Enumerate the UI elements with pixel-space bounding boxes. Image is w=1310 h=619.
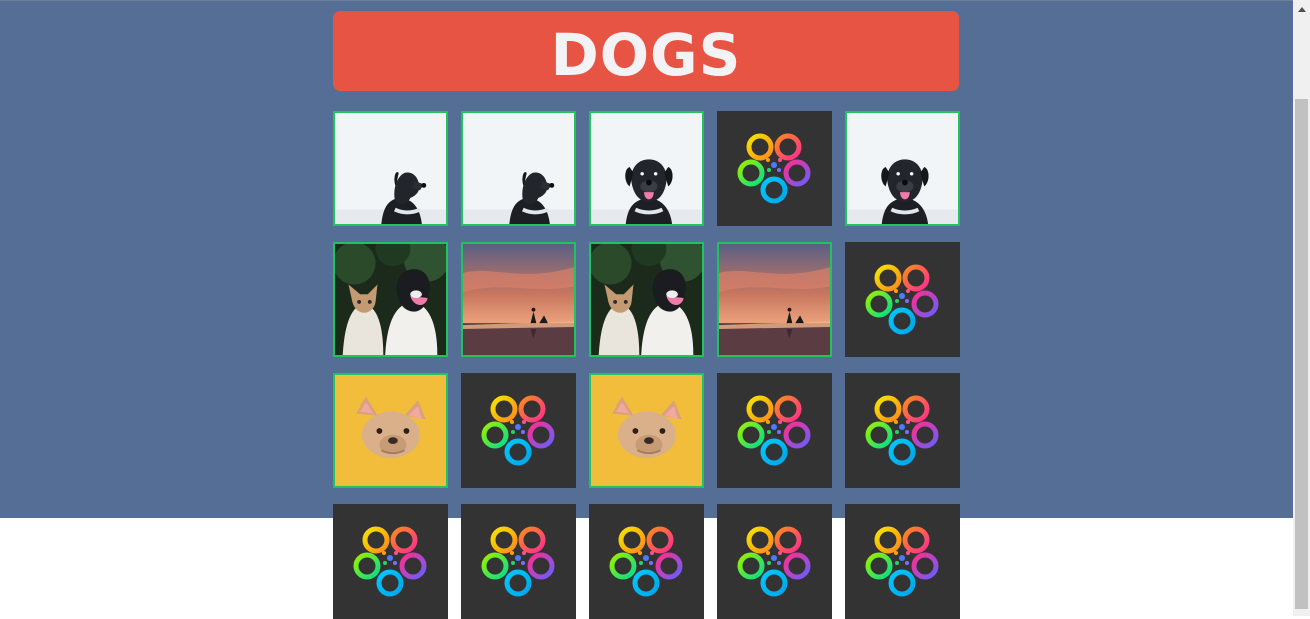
french-bulldog-yellow-image [591, 375, 702, 486]
cat-and-dog-image [335, 244, 446, 355]
memory-card-back[interactable] [333, 504, 448, 619]
title-banner: DOGS [333, 11, 959, 91]
memory-card-french-bulldog-yellow[interactable] [589, 373, 704, 488]
memory-card-dog-tongue-out[interactable] [845, 111, 960, 226]
memory-card-dog-looking-right[interactable] [333, 111, 448, 226]
memory-card-back[interactable] [461, 373, 576, 488]
rainbow-flower-logo-icon [717, 373, 832, 488]
rainbow-flower-logo-icon [845, 504, 960, 619]
rainbow-flower-logo-icon [461, 373, 576, 488]
memory-card-dog-tongue-out[interactable] [589, 111, 704, 226]
page-title: DOGS [550, 21, 742, 89]
dog-tongue-out-image [847, 113, 958, 224]
memory-card-sunset-beach[interactable] [717, 242, 832, 357]
rainbow-flower-logo-icon [845, 242, 960, 357]
scrollbar-thumb[interactable] [1295, 99, 1308, 609]
rainbow-flower-logo-icon [845, 373, 960, 488]
memory-card-sunset-beach[interactable] [461, 242, 576, 357]
french-bulldog-yellow-image [335, 375, 446, 486]
memory-card-french-bulldog-yellow[interactable] [333, 373, 448, 488]
memory-card-back[interactable] [461, 504, 576, 619]
memory-card-back[interactable] [589, 504, 704, 619]
vertical-scrollbar[interactable] [1293, 0, 1310, 616]
memory-card-back[interactable] [717, 373, 832, 488]
rainbow-flower-logo-icon [461, 504, 576, 619]
rainbow-flower-logo-icon [333, 504, 448, 619]
rainbow-flower-logo-icon [717, 111, 832, 226]
sunset-beach-image [719, 244, 830, 355]
dog-looking-right-image [463, 113, 574, 224]
dog-tongue-out-image [591, 113, 702, 224]
memory-card-back[interactable] [717, 111, 832, 226]
dog-looking-right-image [335, 113, 446, 224]
scroll-up-arrow-icon[interactable] [1293, 0, 1310, 17]
rainbow-flower-logo-icon [717, 504, 832, 619]
window-top-border [0, 0, 1293, 1]
cat-and-dog-image [591, 244, 702, 355]
memory-card-cat-and-dog[interactable] [589, 242, 704, 357]
memory-card-back[interactable] [845, 373, 960, 488]
memory-card-back[interactable] [845, 504, 960, 619]
rainbow-flower-logo-icon [589, 504, 704, 619]
memory-card-dog-looking-right[interactable] [461, 111, 576, 226]
memory-card-back[interactable] [845, 242, 960, 357]
memory-card-back[interactable] [717, 504, 832, 619]
memory-card-cat-and-dog[interactable] [333, 242, 448, 357]
sunset-beach-image [463, 244, 574, 355]
